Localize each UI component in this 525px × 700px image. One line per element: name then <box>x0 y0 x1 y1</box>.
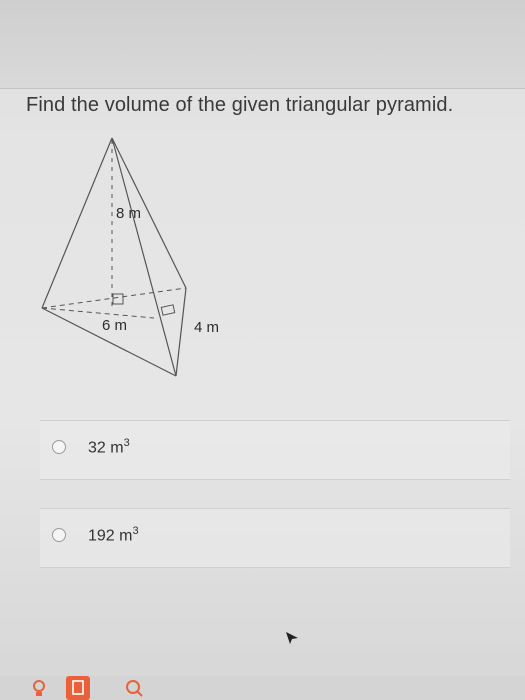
answer-choice-1[interactable]: 32 m3 <box>40 420 510 480</box>
mouse-cursor-icon <box>286 632 298 644</box>
choice-exponent: 3 <box>123 437 130 449</box>
document-icon[interactable] <box>66 676 90 700</box>
pyramid-figure: 8 m 6 m 4 m <box>41 137 219 377</box>
header-band <box>0 0 525 89</box>
search-icon[interactable] <box>124 678 144 698</box>
answer-choice-2[interactable]: 192 m3 <box>40 508 510 568</box>
choice-label: 32 m3 <box>88 437 130 457</box>
side-label: 4 m <box>194 319 219 336</box>
radio-button[interactable] <box>52 528 66 542</box>
question-text: Find the volume of the given triangular … <box>26 94 454 116</box>
base-label: 6 m <box>102 317 127 334</box>
lightbulb-icon[interactable] <box>30 678 48 698</box>
choice-label: 192 m3 <box>88 525 139 545</box>
choice-value: 32 m <box>88 439 124 457</box>
radio-button[interactable] <box>52 440 66 454</box>
choice-value: 192 m <box>88 527 133 545</box>
height-label: 8 m <box>116 205 141 222</box>
choice-exponent: 3 <box>132 525 139 537</box>
